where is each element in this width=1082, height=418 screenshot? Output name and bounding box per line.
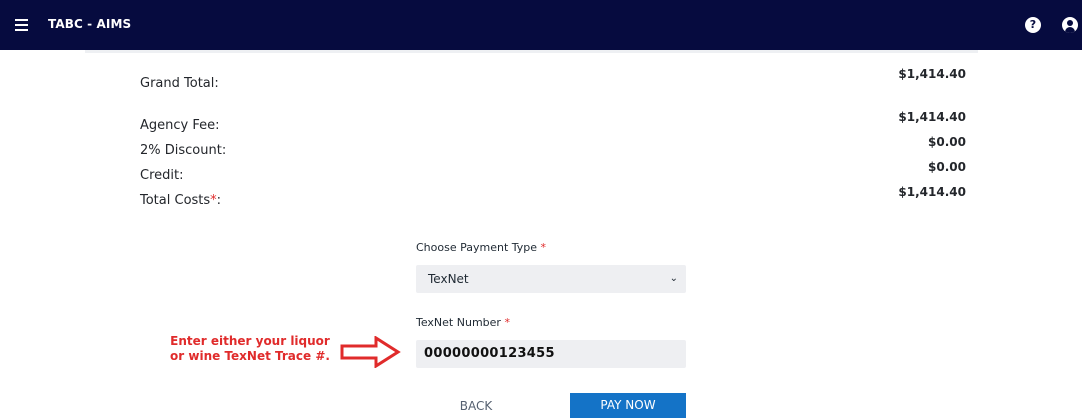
total-costs-value: $1,414.40 bbox=[898, 185, 966, 199]
right-arrow-icon bbox=[340, 336, 401, 368]
content-header-strip bbox=[85, 50, 978, 53]
texnet-number-value: 00000000123455 bbox=[424, 346, 555, 361]
annotation-line-1: Enter either your liquor bbox=[170, 334, 330, 348]
texnet-number-label: TexNet Number * bbox=[416, 316, 510, 329]
credit-value: $0.00 bbox=[928, 160, 966, 174]
annotation-line-2: or wine TexNet Trace #. bbox=[170, 349, 330, 363]
payment-type-label-text: Choose Payment Type bbox=[416, 241, 538, 254]
hamburger-menu-icon[interactable] bbox=[12, 14, 34, 36]
annotation-text: Enter either your liquor or wine TexNet … bbox=[160, 334, 340, 364]
app-title: TABC - AIMS bbox=[48, 17, 132, 31]
grand-total-value: $1,414.40 bbox=[898, 67, 966, 81]
help-icon[interactable]: ? bbox=[1025, 17, 1041, 33]
payment-type-value: TexNet bbox=[428, 272, 469, 286]
required-marker: * bbox=[540, 241, 547, 254]
agency-fee-value: $1,414.40 bbox=[898, 110, 966, 124]
discount-value: $0.00 bbox=[928, 135, 966, 149]
payment-type-select[interactable]: TexNet ⌄ bbox=[416, 265, 686, 293]
total-costs-label-suffix: : bbox=[216, 193, 222, 208]
credit-label: Credit: bbox=[140, 168, 184, 183]
grand-total-label: Grand Total: bbox=[140, 76, 219, 91]
top-app-bar: TABC - AIMS ? bbox=[0, 0, 1082, 50]
total-costs-label-text: Total Costs bbox=[140, 193, 211, 208]
back-button[interactable]: BACK bbox=[436, 395, 516, 418]
total-costs-label: Total Costs*: bbox=[140, 193, 221, 208]
texnet-number-label-text: TexNet Number bbox=[416, 316, 501, 329]
user-icon[interactable] bbox=[1062, 17, 1078, 33]
discount-label: 2% Discount: bbox=[140, 143, 227, 158]
chevron-down-icon: ⌄ bbox=[669, 273, 678, 284]
required-marker: * bbox=[504, 316, 510, 329]
agency-fee-label: Agency Fee: bbox=[140, 118, 220, 133]
payment-type-label: Choose Payment Type * bbox=[416, 241, 546, 254]
texnet-number-input[interactable]: 00000000123455 bbox=[416, 340, 686, 368]
pay-now-button[interactable]: PAY NOW bbox=[570, 393, 686, 418]
